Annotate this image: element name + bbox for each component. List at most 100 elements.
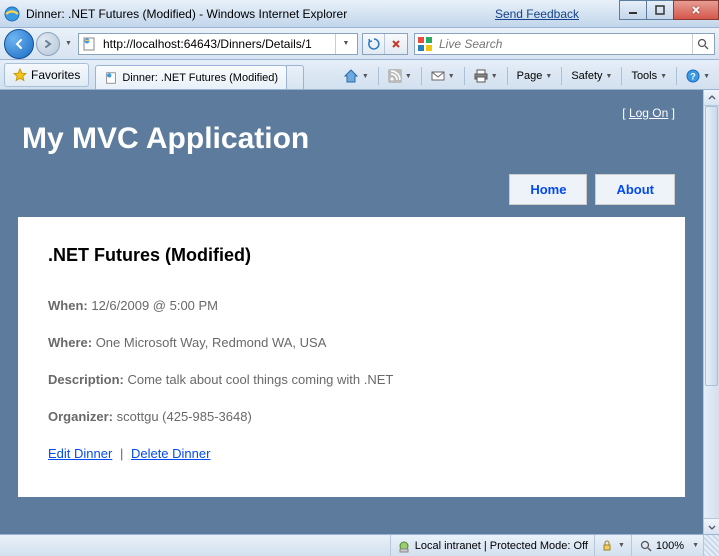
status-zone[interactable]: Local intranet | Protected Mode: Off [390, 535, 594, 556]
bracket-close: ] [668, 106, 675, 120]
dinner-heading: .NET Futures (Modified) [48, 245, 655, 266]
window-controls [620, 0, 719, 20]
zoom-value: 100% [656, 540, 684, 552]
nav-history-dropdown[interactable]: ▼ [62, 32, 74, 56]
organizer-row: Organizer: scottgu (425-985-3648) [48, 409, 655, 424]
help-button[interactable]: ? ▼ [681, 65, 715, 87]
titlebar: Dinner: .NET Futures (Modified) - Window… [0, 0, 719, 28]
zoom-icon [640, 540, 652, 552]
stop-button[interactable] [385, 34, 407, 54]
separator [421, 67, 422, 85]
site-nav: Home About [18, 174, 685, 205]
when-label: When: [48, 298, 88, 313]
url-input[interactable] [101, 36, 335, 52]
page-icon [81, 36, 97, 52]
edit-dinner-link[interactable]: Edit Dinner [48, 446, 112, 461]
refresh-button[interactable] [363, 34, 385, 54]
back-arrow-icon [12, 37, 26, 51]
printer-icon [474, 69, 488, 83]
organizer-label: Organizer: [48, 409, 113, 424]
feeds-button[interactable]: ▼ [383, 65, 417, 87]
vertical-scrollbar[interactable] [703, 90, 719, 534]
window-title: Dinner: .NET Futures (Modified) - Window… [26, 7, 347, 21]
content-area: [ Log On ] My MVC Application Home About… [0, 90, 703, 534]
maximize-button[interactable] [646, 0, 674, 20]
scroll-down-button[interactable] [704, 518, 719, 534]
logon-link[interactable]: Log On [629, 106, 668, 120]
url-dropdown[interactable]: ▼ [335, 34, 355, 54]
print-button[interactable]: ▼ [469, 65, 503, 87]
tools-menu-label: Tools [631, 70, 657, 82]
command-bar-right: ▼ ▼ ▼ ▼ Page ▼ Safety ▼ Tools ▼ [338, 65, 715, 87]
separator [561, 67, 562, 85]
scroll-up-button[interactable] [704, 90, 719, 106]
action-links: Edit Dinner | Delete Dinner [48, 446, 655, 461]
status-security[interactable]: ▼ [594, 535, 631, 556]
where-value: One Microsoft Way, Redmond WA, USA [96, 335, 327, 350]
where-label: Where: [48, 335, 92, 350]
svg-text:?: ? [690, 72, 696, 82]
read-mail-button[interactable]: ▼ [426, 65, 460, 87]
close-button[interactable] [673, 0, 719, 20]
search-button[interactable] [692, 34, 712, 54]
help-icon: ? [686, 69, 700, 83]
page: [ Log On ] My MVC Application Home About… [18, 90, 685, 497]
nav-toolbar: ▼ ▼ [0, 28, 719, 60]
when-row: When: 12/6/2009 @ 5:00 PM [48, 298, 655, 313]
rss-icon [388, 69, 402, 83]
star-icon [13, 68, 27, 82]
chevron-down-icon [708, 523, 716, 531]
home-icon [343, 68, 359, 84]
refresh-icon [367, 37, 381, 51]
new-tab-button[interactable] [286, 65, 304, 89]
main-panel: .NET Futures (Modified) When: 12/6/2009 … [18, 217, 685, 497]
mail-icon [431, 69, 445, 83]
forward-button[interactable] [36, 32, 60, 56]
back-button[interactable] [4, 29, 34, 59]
lock-icon [601, 540, 613, 552]
chevron-up-icon [708, 94, 716, 102]
separator [507, 67, 508, 85]
browser-tab[interactable]: Dinner: .NET Futures (Modified) [95, 65, 287, 89]
home-button[interactable]: ▼ [338, 65, 374, 87]
delete-dinner-link[interactable]: Delete Dinner [131, 446, 211, 461]
safety-menu-label: Safety [571, 70, 602, 82]
address-bar[interactable]: ▼ [78, 33, 358, 55]
organizer-value: scottgu (425-985-3648) [117, 409, 252, 424]
separator [676, 67, 677, 85]
separator [621, 67, 622, 85]
internet-zone-icon [397, 539, 411, 553]
page-menu[interactable]: Page ▼ [512, 65, 558, 87]
command-bar: Favorites Dinner: .NET Futures (Modified… [0, 60, 719, 90]
page-menu-label: Page [517, 70, 543, 82]
search-input[interactable] [437, 36, 692, 52]
status-bar: Local intranet | Protected Mode: Off ▼ 1… [0, 534, 719, 556]
page-icon [104, 71, 118, 85]
bracket-open: [ [622, 106, 629, 120]
send-feedback-link[interactable]: Send Feedback [495, 7, 579, 21]
scroll-thumb[interactable] [705, 106, 718, 386]
tools-menu[interactable]: Tools ▼ [626, 65, 672, 87]
safety-menu[interactable]: Safety ▼ [566, 65, 617, 87]
description-label: Description: [48, 372, 124, 387]
resize-grip[interactable] [703, 535, 719, 556]
nav-home[interactable]: Home [509, 174, 587, 205]
description-value: Come talk about cool things coming with … [127, 372, 393, 387]
separator [464, 67, 465, 85]
forward-arrow-icon [42, 38, 54, 50]
favorites-button[interactable]: Favorites [4, 63, 89, 87]
status-zone-text: Local intranet | Protected Mode: Off [415, 540, 588, 552]
live-search-icon [417, 36, 433, 52]
description-row: Description: Come talk about cool things… [48, 372, 655, 387]
nav-about[interactable]: About [595, 174, 675, 205]
stop-icon [390, 38, 402, 50]
magnifier-icon [697, 38, 709, 50]
minimize-button[interactable] [619, 0, 647, 20]
logon-area: [ Log On ] [18, 98, 685, 122]
search-box[interactable] [414, 33, 715, 55]
when-value: 12/6/2009 @ 5:00 PM [91, 298, 218, 313]
ie-icon [4, 6, 20, 22]
refresh-stop-group [362, 33, 408, 55]
site-title: My MVC Application [22, 122, 685, 156]
zoom-control[interactable]: 100% ▼ [631, 535, 703, 556]
